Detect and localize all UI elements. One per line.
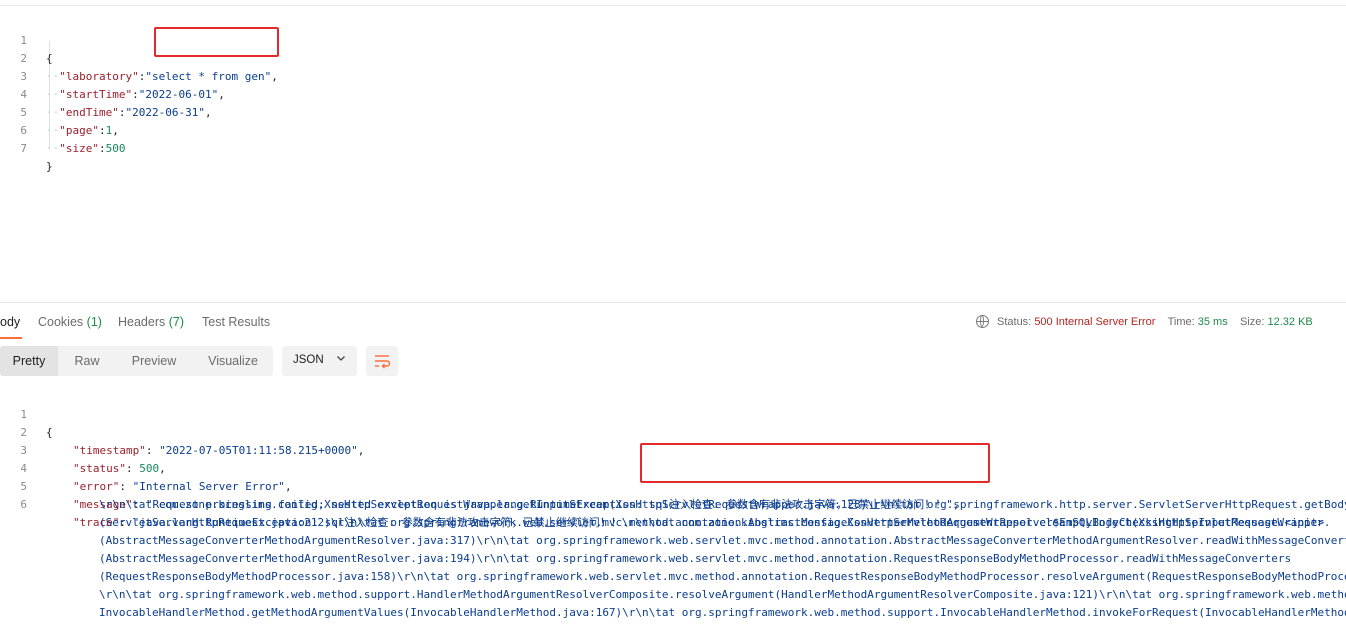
trace-continuation: (AbstractMessageConverterMethodArgumentR… [99,552,1292,565]
globe-icon[interactable] [976,315,989,328]
tab-test-results[interactable]: Test Results [202,315,270,329]
editor-line: 6 ··"size":500 [0,104,1346,155]
wrap-lines-button[interactable] [366,346,398,376]
response-line: 2 "timestamp": "2022-07-05T01:11:58.215+… [0,406,1346,457]
editor-line: 5 ··"page":1, [0,86,1346,137]
trace-continuation: (AbstractMessageConverterMethodArgumentR… [99,534,1346,547]
format-dropdown[interactable]: JSON [282,346,357,376]
view-visualize[interactable]: Visualize [194,346,272,376]
trace-continuation: (RequestResponseBodyMethodProcessor.java… [99,570,1346,583]
headers-count: (7) [168,315,185,329]
response-line: 3 "status": 500, [0,424,1346,475]
tab-headers[interactable]: Headers (7) [118,315,184,329]
error-message-highlight [640,443,990,483]
trace-continuation: \r\n\tat org.springframework.web.method.… [99,588,1346,601]
line-number: 7 [20,142,27,155]
view-preview[interactable]: Preview [118,346,190,376]
editor-line: 4 ··"endTime":"2022-06-31", [0,68,1346,119]
editor-line: 7 } [0,122,1346,173]
trace-continuation: \r\n\tat com.zone.kinglims.config.XssHtt… [99,498,1346,511]
code-text: } [46,160,53,173]
json-value: 500 [105,142,126,155]
line-number: 6 [20,498,27,511]
chevron-down-icon [336,353,346,366]
trace-continuation: (ServletServerHttpRequest.java:212)\r\n\… [99,516,1325,529]
wrap-lines-icon [375,355,391,369]
response-tabs-bar: ody Cookies (1) Headers (7) Test Results… [0,302,1346,341]
active-tab-indicator [0,337,22,339]
sql-value-highlight [154,27,279,57]
response-toolbar: Pretty Raw Preview Visualize JSON [0,346,1346,376]
cookies-count: (1) [86,315,102,329]
response-line: 1 { [0,388,1346,439]
view-raw[interactable]: Raw [58,346,116,376]
size-value[interactable]: 12.32 KB [1268,316,1313,328]
view-pretty[interactable]: Pretty [0,346,58,376]
time-value[interactable]: 35 ms [1198,316,1228,328]
tab-body[interactable]: ody [0,315,20,329]
tab-cookies[interactable]: Cookies (1) [38,315,102,329]
top-divider [0,5,1346,6]
format-selected: JSON [293,354,324,366]
response-meta: Status: 500 Internal Server Error Time: … [976,315,1313,328]
response-body-viewer[interactable]: 1 { 2 "timestamp": "2022-07-05T01:11:58.… [0,388,1346,628]
view-mode-selector: Pretty Raw Preview Visualize [0,346,273,376]
trace-continuation: InvocableHandlerMethod.getMethodArgument… [99,606,1346,619]
json-key: "size" [59,142,99,155]
status-value[interactable]: 500 Internal Server Error [1034,316,1155,328]
